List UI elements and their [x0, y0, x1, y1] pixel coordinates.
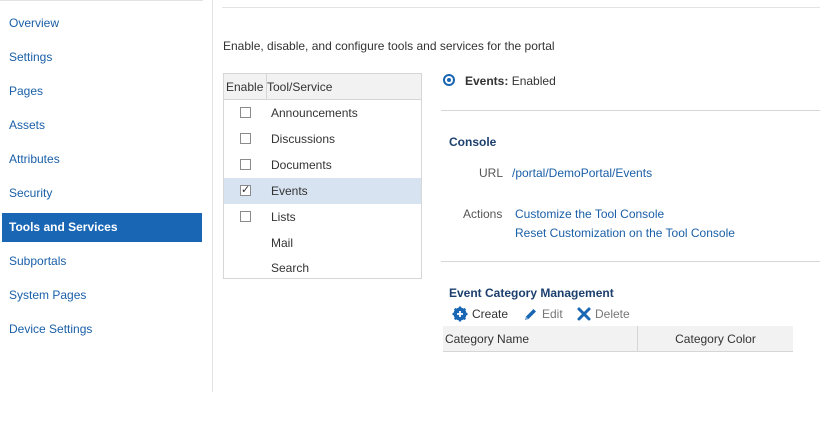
tool-status: Enabled — [511, 74, 556, 88]
tool-status-title: Events: Enabled — [465, 74, 556, 88]
edit-label: Edit — [542, 307, 563, 321]
delete-x-icon — [577, 307, 591, 321]
sidebar-item-pages[interactable]: Pages — [2, 77, 202, 106]
reset-customization-link[interactable]: Reset Customization on the Tool Console — [515, 226, 735, 240]
create-button[interactable]: Create — [452, 306, 508, 322]
table-row[interactable]: Mail — [224, 230, 421, 256]
url-label: URL — [479, 166, 504, 180]
tool-name: Lists — [271, 210, 296, 224]
category-color-column-header: Category Color — [675, 332, 756, 346]
customize-console-link[interactable]: Customize the Tool Console — [515, 207, 664, 221]
category-section-title: Event Category Management — [449, 286, 614, 300]
enable-checkbox[interactable] — [240, 211, 251, 222]
main-top-divider — [222, 7, 820, 8]
table-row-selected[interactable]: ✓ Events — [224, 178, 421, 204]
divider — [441, 110, 820, 111]
delete-label: Delete — [595, 307, 630, 321]
sidebar: Overview Settings Pages Assets Attribute… — [0, 0, 213, 392]
tool-table-header: Enable Tool/Service — [224, 74, 421, 100]
console-url-link[interactable]: /portal/DemoPortal/Events — [512, 166, 652, 180]
tool-service-table: Enable Tool/Service Announcements Discus… — [223, 73, 422, 279]
category-table-header: Category Name Category Color — [443, 326, 793, 352]
tool-name: Announcements — [271, 106, 358, 120]
enable-checkbox[interactable] — [240, 133, 251, 144]
sidebar-item-system-pages[interactable]: System Pages — [2, 281, 202, 310]
sidebar-item-overview[interactable]: Overview — [2, 9, 202, 38]
table-row[interactable]: Documents — [224, 152, 421, 178]
table-row[interactable]: Search — [224, 255, 421, 281]
console-section-title: Console — [449, 135, 497, 149]
sidebar-item-subportals[interactable]: Subportals — [2, 247, 202, 276]
enabled-radio-icon[interactable] — [443, 74, 455, 86]
enable-checkbox[interactable] — [240, 107, 251, 118]
tool-name: Documents — [271, 158, 332, 172]
tool-name: Search — [271, 261, 310, 275]
table-row[interactable]: Discussions — [224, 126, 421, 152]
tool-name: Events — [271, 184, 308, 198]
pencil-icon — [525, 308, 536, 320]
actions-label: Actions — [463, 207, 503, 221]
sidebar-item-attributes[interactable]: Attributes — [2, 145, 202, 174]
sidebar-item-settings[interactable]: Settings — [2, 43, 202, 72]
page-description: Enable, disable, and configure tools and… — [223, 39, 555, 53]
edit-button[interactable]: Edit — [523, 306, 563, 322]
enable-checkbox-checked[interactable]: ✓ — [240, 185, 251, 196]
tool-name: Discussions — [271, 132, 336, 146]
delete-button[interactable]: Delete — [577, 306, 630, 322]
enable-checkbox[interactable] — [240, 159, 251, 170]
table-row[interactable]: Lists — [224, 204, 421, 230]
sidebar-top-divider — [0, 0, 203, 1]
sidebar-item-assets[interactable]: Assets — [2, 111, 202, 140]
sidebar-item-tools-and-services[interactable]: Tools and Services — [2, 213, 202, 242]
sidebar-item-security[interactable]: Security — [2, 179, 202, 208]
sidebar-item-device-settings[interactable]: Device Settings — [2, 315, 202, 344]
tool-column-header: Tool/Service — [267, 80, 333, 94]
category-name-column-header: Category Name — [445, 332, 530, 346]
divider — [441, 261, 820, 262]
tool-name-label: Events: — [465, 74, 509, 88]
tool-name: Mail — [271, 236, 294, 250]
create-icon — [452, 306, 468, 322]
table-row[interactable]: Announcements — [224, 100, 421, 126]
enable-column-header: Enable — [226, 80, 264, 94]
create-label: Create — [472, 307, 509, 321]
